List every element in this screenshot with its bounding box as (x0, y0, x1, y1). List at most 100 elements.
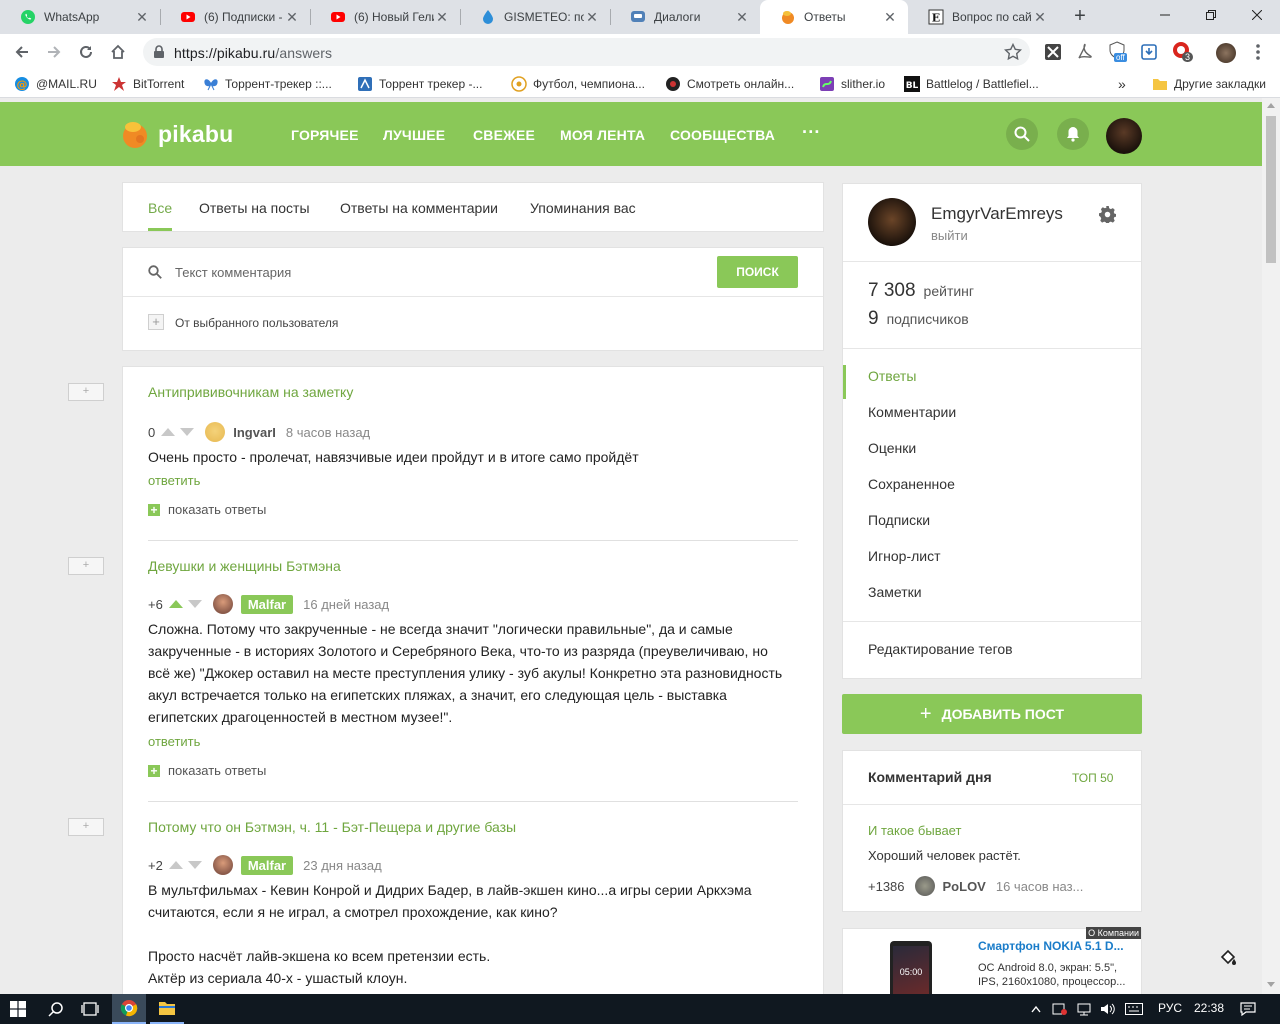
restore-button[interactable] (1188, 0, 1234, 30)
close-icon[interactable]: ✕ (134, 9, 150, 26)
scroll-down-arrow-icon[interactable] (1267, 982, 1275, 987)
start-button[interactable] (0, 994, 36, 1024)
acrobat-icon[interactable] (1076, 43, 1094, 61)
keyboard-button[interactable] (1122, 994, 1146, 1024)
comment-author[interactable]: IngvarI (233, 425, 276, 440)
sidebar-item-answers[interactable]: Ответы (868, 368, 916, 384)
tab-comment-replies[interactable]: Ответы на комментарии (340, 200, 498, 216)
close-icon[interactable]: ✕ (584, 9, 600, 26)
show-replies-button[interactable]: + показать ответы (148, 502, 266, 517)
nav-more-button[interactable]: ··· (802, 122, 821, 143)
post-title-link[interactable]: Потому что он Бэтмэн, ч. 11 - Бэт-Пещера… (148, 819, 516, 835)
nav-hot[interactable]: ГОРЯЧЕЕ (291, 127, 359, 143)
bookmark-star-icon[interactable] (1004, 43, 1022, 61)
collapse-button[interactable]: + (68, 383, 104, 401)
network-button[interactable] (1074, 994, 1094, 1024)
bookmark-watch-online[interactable]: Смотреть онлайн... (665, 75, 794, 93)
page-scrollbar[interactable] (1262, 98, 1280, 994)
author-avatar[interactable] (205, 422, 226, 442)
profile-username[interactable]: EmgyrVarEmreys (931, 204, 1063, 224)
task-view-button[interactable] (72, 994, 108, 1024)
comment-time[interactable]: 23 дня назад (303, 858, 382, 873)
bookmark-slither[interactable]: slither.io (819, 75, 885, 93)
url-text[interactable]: https://pikabu.ru/answers (174, 45, 332, 61)
browser-tab-whatsapp[interactable]: WhatsApp ✕ (0, 0, 160, 34)
profile-avatar[interactable] (868, 198, 916, 246)
adblock-extension[interactable]: off (1108, 41, 1130, 63)
comment-time[interactable]: 16 дней назад (303, 597, 389, 612)
author-avatar[interactable] (212, 855, 233, 875)
header-user-avatar[interactable] (1106, 118, 1142, 154)
minimize-button[interactable] (1142, 0, 1188, 30)
cotd-post-link[interactable]: И такое бывает (868, 823, 961, 838)
bookmark-battlelog[interactable]: BL Battlelog / Battlefiel... (904, 75, 1039, 93)
volume-button[interactable] (1098, 994, 1118, 1024)
downvote-icon[interactable] (187, 861, 202, 869)
sidebar-item-comments[interactable]: Комментарии (868, 404, 956, 420)
browser-tab-youtube-video[interactable]: (6) Новый Гели ✕ (310, 0, 460, 34)
downvote-icon[interactable] (187, 600, 202, 608)
comment-author[interactable]: Malfar (240, 855, 294, 875)
add-user-filter-button[interactable]: + (148, 314, 164, 330)
taskbar-file-explorer[interactable] (150, 994, 184, 1024)
reload-button[interactable] (74, 40, 98, 64)
browser-tab-pikabu-answers[interactable]: Ответы ✕ (760, 0, 908, 34)
download-extension-icon[interactable] (1140, 43, 1158, 61)
close-icon[interactable]: ✕ (1032, 9, 1048, 26)
close-icon[interactable]: ✕ (882, 9, 898, 26)
tray-overflow-button[interactable] (1026, 994, 1046, 1024)
cotd-author[interactable]: PoLOV (943, 879, 986, 894)
paint-bucket-icon[interactable] (1218, 948, 1238, 968)
sidebar-item-subscriptions[interactable]: Подписки (868, 512, 930, 528)
collapse-button[interactable]: + (68, 818, 104, 836)
collapse-button[interactable]: + (68, 557, 104, 575)
tray-app-button[interactable] (1050, 994, 1070, 1024)
cotd-author-avatar[interactable] (914, 876, 935, 896)
post-title-link[interactable]: Антипрививочникам на заметку (148, 384, 353, 400)
taskbar-search-button[interactable] (38, 994, 74, 1024)
close-icon[interactable]: ✕ (734, 9, 750, 26)
comment-author[interactable]: Malfar (240, 594, 294, 614)
address-bar[interactable]: https://pikabu.ru/answers (143, 38, 1030, 66)
author-avatar[interactable] (212, 594, 233, 614)
extension-icon[interactable] (1044, 43, 1062, 61)
back-button[interactable] (10, 40, 34, 64)
upvote-icon[interactable] (168, 600, 183, 608)
bookmark-football[interactable]: Футбол, чемпиона... (511, 75, 645, 93)
reply-link[interactable]: ответить (148, 473, 200, 488)
bookmark-torrent-tracker-1[interactable]: Торрент-трекер ::... (203, 75, 332, 93)
sidebar-item-ratings[interactable]: Оценки (868, 440, 916, 456)
other-bookmarks-folder[interactable]: Другие закладки (1152, 75, 1266, 93)
gear-icon[interactable] (1099, 206, 1116, 223)
sidebar-item-ignore-list[interactable]: Игнор-лист (868, 548, 941, 564)
top50-link[interactable]: ТОП 50 (1072, 771, 1113, 785)
tab-all[interactable]: Все (148, 200, 172, 216)
browser-tab-gismeteo[interactable]: GISMETEO: погс ✕ (460, 0, 610, 34)
comment-search-input[interactable] (175, 262, 695, 282)
downvote-icon[interactable] (180, 428, 195, 436)
upvote-icon[interactable] (168, 861, 183, 869)
ad-company-label[interactable]: О Компании (1086, 927, 1141, 939)
sidebar-item-saved[interactable]: Сохраненное (868, 476, 955, 492)
upvote-icon[interactable] (161, 428, 176, 436)
add-post-button[interactable]: + ДОБАВИТЬ ПОСТ (842, 694, 1142, 734)
tab-post-replies[interactable]: Ответы на посты (199, 200, 310, 216)
bookmark-torrent-tracker-2[interactable]: Торрент трекер -... (357, 75, 482, 93)
sidebar-item-notes[interactable]: Заметки (868, 584, 922, 600)
comment-time[interactable]: 8 часов назад (286, 425, 370, 440)
reply-link[interactable]: ответить (148, 734, 200, 749)
sidebar-item-edit-tags[interactable]: Редактирование тегов (868, 641, 1013, 657)
nav-fresh[interactable]: СВЕЖЕЕ (473, 127, 535, 143)
close-window-button[interactable] (1234, 0, 1280, 30)
nav-communities[interactable]: СООБЩЕСТВА (670, 127, 775, 143)
clock[interactable]: 22:38 (1194, 1001, 1224, 1015)
browser-tab-vk-dialogs[interactable]: Диалоги ✕ (610, 0, 760, 34)
ad-block[interactable]: О Компании 05:00 Смартфон NOKIA 5.1 D...… (842, 927, 1142, 994)
browser-tab-site-question[interactable]: E Вопрос по сайт ✕ (908, 0, 1058, 34)
logout-link[interactable]: выйти (931, 228, 968, 243)
header-search-button[interactable] (1006, 118, 1038, 150)
bookmark-bittorrent[interactable]: BitTorrent (111, 75, 184, 93)
header-notifications-button[interactable] (1057, 118, 1089, 150)
tab-mentions[interactable]: Упоминания вас (530, 200, 636, 216)
action-center-button[interactable] (1236, 994, 1260, 1024)
